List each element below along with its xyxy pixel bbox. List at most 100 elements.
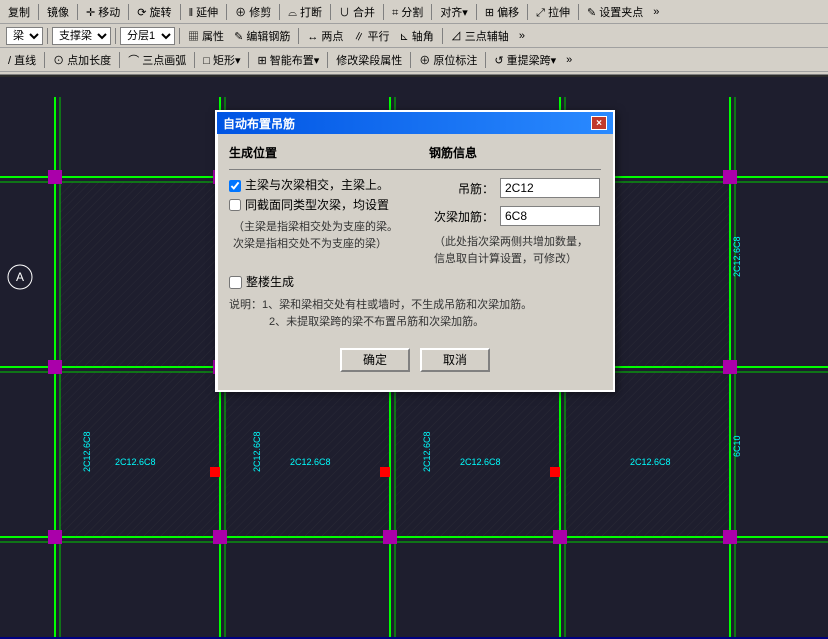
property-btn[interactable]: ▦ 属性: [184, 26, 228, 46]
merge-btn[interactable]: ∪ 合并: [335, 2, 379, 22]
dialog-title: 自动布置吊筋: [223, 115, 295, 132]
dialog-body: 生成位置 钢筋信息 主梁与次梁相交，主梁上。 同截面同类型次梁，均设置 （主梁是…: [217, 134, 613, 390]
desc-line-1: 说明：1、梁和梁相交处有柱或墙时，不生成吊筋和次梁加筋。: [229, 297, 601, 315]
note-text-1: （主梁是指梁相交处为支座的梁。 次梁是指相交处不为支座的梁）: [229, 219, 424, 252]
dialog-main: 主梁与次梁相交，主梁上。 同截面同类型次梁，均设置 （主梁是指梁相交处为支座的梁…: [229, 178, 601, 267]
svg-text:2C12.6C8: 2C12.6C8: [460, 457, 501, 467]
hangar-label: 吊筋：: [434, 180, 494, 197]
whole-floor-row: 整楼生成: [229, 275, 601, 291]
toolbar-row-2: 梁 支撑梁 分层1 ▦ 属性 ✎ 编辑钢筋 ↔ 两点 ∥ 平行 ⊾ 轴角 ⊿ 三…: [0, 24, 828, 48]
hangar-field-row: 吊筋：: [434, 178, 601, 198]
axis-angle-btn[interactable]: ⊾ 轴角: [395, 26, 437, 46]
svg-text:2C12.6C8: 2C12.6C8: [422, 431, 432, 472]
mirror-btn[interactable]: 镜像: [43, 2, 73, 22]
sep17: [442, 28, 443, 44]
offset-btn[interactable]: ⊞ 偏移: [481, 2, 523, 22]
close-button[interactable]: ×: [591, 116, 607, 130]
annotate-btn[interactable]: ⊕ 原位标注: [415, 50, 481, 70]
layer-select[interactable]: 分层1: [120, 27, 175, 45]
sep20: [194, 52, 195, 68]
align-btn[interactable]: 对齐▾: [436, 2, 472, 22]
arc-btn[interactable]: ⌒ 三点画弧: [124, 50, 190, 70]
sep9: [431, 4, 432, 20]
svg-text:2C12.6C8: 2C12.6C8: [732, 236, 742, 277]
sep4: [180, 4, 181, 20]
sep11: [527, 4, 528, 20]
toolbar-row-3: / 直线 ⊙ 点加长度 ⌒ 三点画弧 □ 矩形▾ ⊞ 智能布置▾ 修改梁段属性 …: [0, 48, 828, 72]
sep19: [119, 52, 120, 68]
line-btn[interactable]: / 直线: [4, 50, 40, 70]
sep22: [327, 52, 328, 68]
dialog-auto-layout-stirrup: 自动布置吊筋 × 生成位置 钢筋信息 主梁与次梁相交，主梁上。 同截面同类型次梁…: [215, 110, 615, 392]
rect-btn[interactable]: □ 矩形▾: [199, 50, 244, 70]
same-section-checkbox[interactable]: [229, 199, 241, 211]
whole-floor-label: 整楼生成: [246, 275, 294, 291]
sep12: [578, 4, 579, 20]
sep15: [179, 28, 180, 44]
sep5: [226, 4, 227, 20]
sep23: [410, 52, 411, 68]
right-note: （此处指次梁两侧共增加数量， 信息取自计算设置，可修改）: [434, 234, 601, 267]
break-btn[interactable]: ⌓ 打断: [284, 2, 326, 22]
svg-text:2C12.6C8: 2C12.6C8: [252, 431, 262, 472]
extend-btn[interactable]: ‖ 延伸: [185, 2, 223, 22]
more-btn-2[interactable]: »: [515, 28, 529, 44]
edit-rebar-btn[interactable]: ✎ 编辑钢筋: [230, 26, 294, 46]
checkbox-row-2: 同截面同类型次梁，均设置: [229, 198, 424, 214]
sep3: [128, 4, 129, 20]
main-secondary-label: 主梁与次梁相交，主梁上。: [245, 178, 389, 194]
smart-layout-btn[interactable]: ⊞ 智能布置▾: [253, 50, 323, 70]
svg-text:2C12.6C8: 2C12.6C8: [115, 457, 156, 467]
dialog-titlebar: 自动布置吊筋 ×: [217, 112, 613, 134]
copy-btn[interactable]: 复制: [4, 2, 34, 22]
more-btn-1[interactable]: »: [649, 4, 663, 20]
cancel-button[interactable]: 取消: [420, 348, 490, 372]
sep6: [279, 4, 280, 20]
svg-text:A: A: [16, 270, 24, 284]
checkbox-row-1: 主梁与次梁相交，主梁上。: [229, 178, 424, 194]
svg-text:6C10: 6C10: [732, 435, 742, 457]
element-type-select[interactable]: 梁: [6, 27, 43, 45]
sep18: [44, 52, 45, 68]
sep13: [47, 28, 48, 44]
ok-button[interactable]: 确定: [340, 348, 410, 372]
section-headers: 生成位置 钢筋信息: [229, 144, 601, 161]
section-header-right: 钢筋信息: [429, 144, 601, 161]
three-point-axis-btn[interactable]: ⊿ 三点辅轴: [447, 26, 513, 46]
sep14: [115, 28, 116, 44]
section-divider: [229, 169, 601, 170]
point-length-btn[interactable]: ⊙ 点加长度: [49, 50, 115, 70]
sep8: [383, 4, 384, 20]
split-btn[interactable]: ⌗ 分割: [388, 2, 427, 22]
modify-segment-btn[interactable]: 修改梁段属性: [332, 50, 406, 70]
parallel-btn[interactable]: ∥ 平行: [349, 26, 393, 46]
svg-text:2C12.6C8: 2C12.6C8: [82, 431, 92, 472]
reextract-btn[interactable]: ↺ 重提梁跨▾: [490, 50, 560, 70]
sep16: [298, 28, 299, 44]
svg-text:2C12.6C8: 2C12.6C8: [630, 457, 671, 467]
main-secondary-checkbox[interactable]: [229, 180, 241, 192]
move-btn[interactable]: ✛ 移动: [82, 2, 124, 22]
right-panel: 吊筋： 次梁加筋： （此处指次梁两侧共增加数量， 信息取自计算设置，可修改）: [434, 178, 601, 267]
description-area: 说明：1、梁和梁相交处有柱或墙时，不生成吊筋和次梁加筋。 2、未提取梁跨的梁不布…: [229, 297, 601, 332]
svg-text:2C12.6C8: 2C12.6C8: [290, 457, 331, 467]
same-section-label: 同截面同类型次梁，均设置: [245, 198, 389, 214]
beam-type-select[interactable]: 支撑梁: [52, 27, 111, 45]
dialog-footer: 确定 取消: [229, 342, 601, 380]
secondary-input[interactable]: [500, 206, 600, 226]
sep24: [485, 52, 486, 68]
sep21: [248, 52, 249, 68]
sep10: [476, 4, 477, 20]
section-header-left: 生成位置: [229, 144, 429, 161]
left-panel: 主梁与次梁相交，主梁上。 同截面同类型次梁，均设置 （主梁是指梁相交处为支座的梁…: [229, 178, 424, 267]
more-btn-3[interactable]: »: [562, 52, 576, 68]
sep2: [77, 4, 78, 20]
hangar-input[interactable]: [500, 178, 600, 198]
stretch-btn[interactable]: ⤢ 拉伸: [532, 2, 574, 22]
grip-btn[interactable]: ✎ 设置夹点: [583, 2, 647, 22]
trim-btn[interactable]: ⊕ 修剪: [231, 2, 275, 22]
whole-floor-checkbox[interactable]: [229, 276, 242, 289]
two-point-btn[interactable]: ↔ 两点: [303, 26, 347, 46]
rotate-btn[interactable]: ⟳ 旋转: [133, 2, 175, 22]
sep7: [330, 4, 331, 20]
